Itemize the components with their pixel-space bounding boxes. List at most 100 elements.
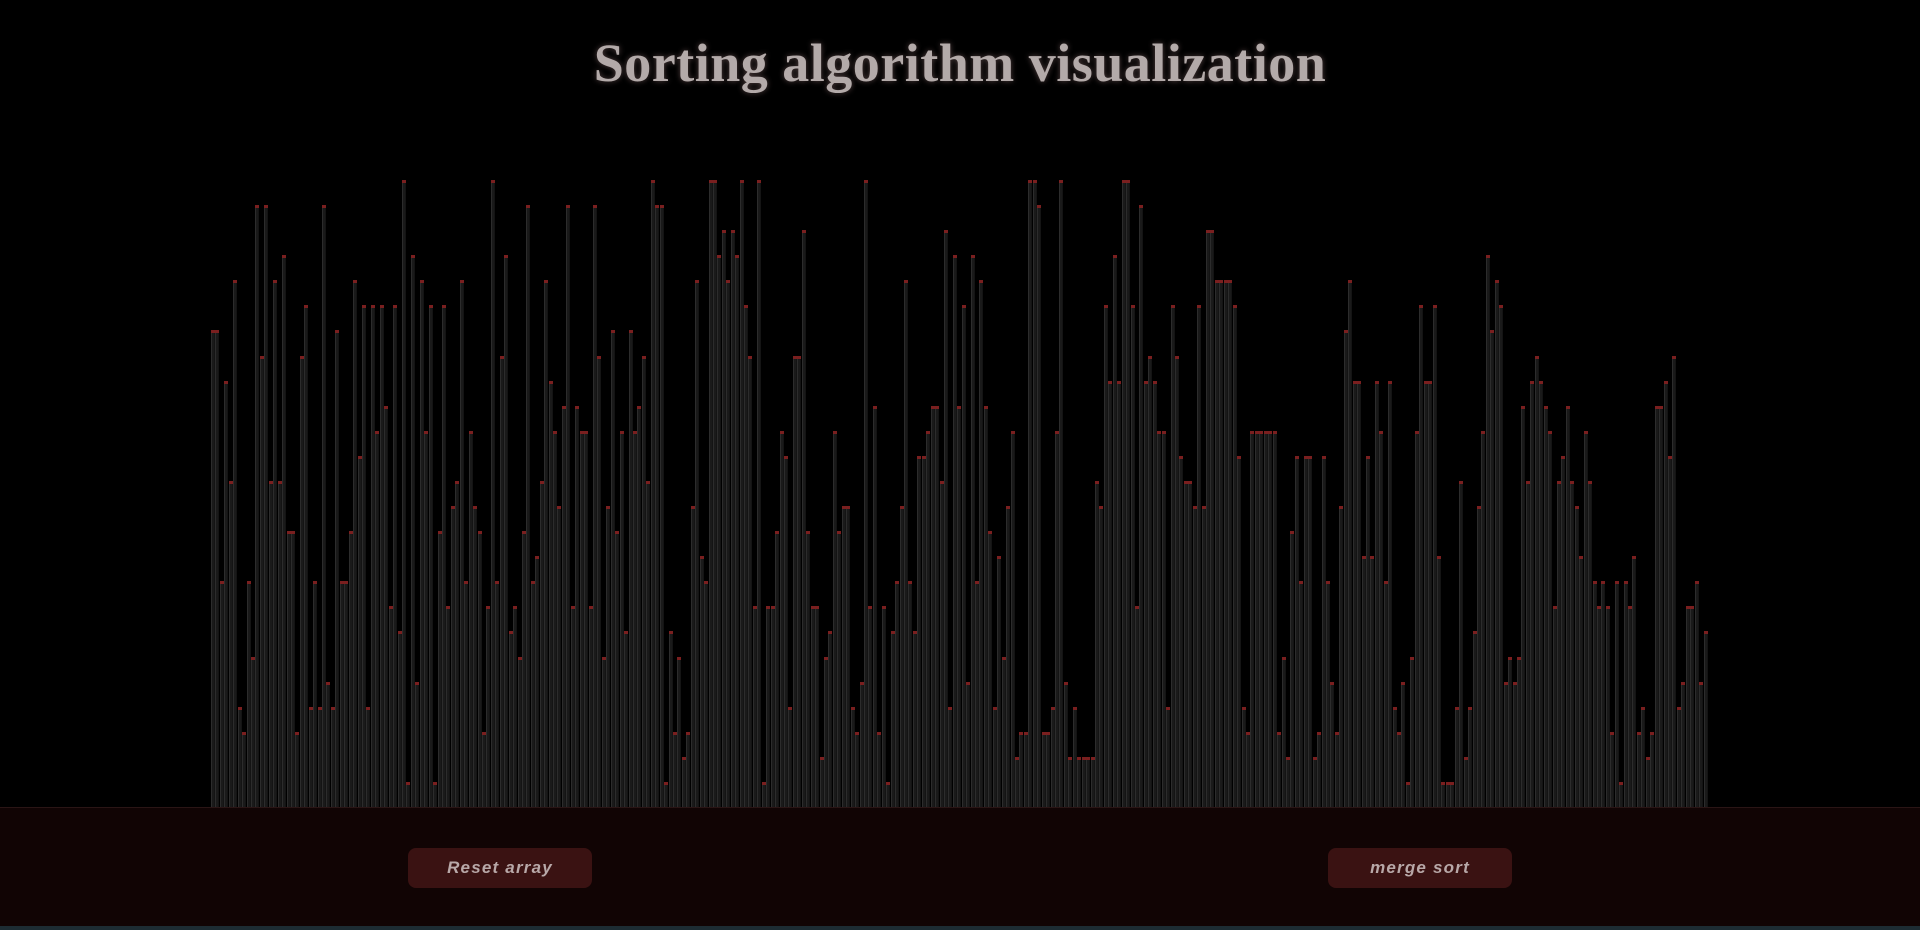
array-bar [1139, 205, 1143, 807]
array-bar [1011, 431, 1015, 807]
array-bar [1508, 657, 1512, 807]
array-bar [326, 682, 330, 807]
array-bar [455, 481, 459, 807]
array-bar [1410, 657, 1414, 807]
array-bar [966, 682, 970, 807]
array-bar [788, 707, 792, 807]
array-bar [1579, 556, 1583, 807]
array-bar [1117, 381, 1121, 807]
array-bar [1441, 782, 1445, 807]
array-bar [1219, 280, 1223, 807]
array-bar [344, 581, 348, 807]
array-bar [429, 305, 433, 807]
array-bar [526, 205, 530, 807]
bottom-strip [0, 926, 1920, 930]
array-bar [1099, 506, 1103, 807]
array-bar [433, 782, 437, 807]
array-bar [1148, 356, 1152, 807]
array-bar [313, 581, 317, 807]
array-bar [597, 356, 601, 807]
array-bar [624, 631, 628, 807]
array-bar [224, 381, 228, 807]
array-bar [486, 606, 490, 807]
array-bar [1521, 406, 1525, 807]
array-bar [513, 606, 517, 807]
array-bar [1250, 431, 1254, 807]
array-bar [997, 556, 1001, 807]
array-bar [495, 581, 499, 807]
array-bar [1632, 556, 1636, 807]
array-bar [886, 782, 890, 807]
array-bar [677, 657, 681, 807]
array-bar [846, 506, 850, 807]
array-bar [1037, 205, 1041, 807]
array-bar [353, 280, 357, 807]
array-bar [1228, 280, 1232, 807]
array-bar [473, 506, 477, 807]
array-bar [1672, 356, 1676, 807]
array-bar [1277, 732, 1281, 807]
array-bar [908, 581, 912, 807]
merge-sort-button[interactable]: merge sort [1328, 848, 1512, 888]
array-bar [295, 732, 299, 807]
array-bar [828, 631, 832, 807]
array-bar [1428, 381, 1432, 807]
array-bar [1530, 381, 1534, 807]
array-bar [1028, 180, 1032, 807]
control-bar: Reset array merge sort [0, 807, 1920, 928]
array-bar [686, 732, 690, 807]
array-bar [797, 356, 801, 807]
array-bar [895, 581, 899, 807]
array-bar [273, 280, 277, 807]
array-bar [637, 406, 641, 807]
array-bar [1481, 431, 1485, 807]
array-bars [0, 0, 1920, 808]
array-bar [375, 431, 379, 807]
array-bar [615, 531, 619, 807]
array-bar [1450, 782, 1454, 807]
array-bar [877, 732, 881, 807]
array-bar [1468, 707, 1472, 807]
array-bar [1699, 682, 1703, 807]
array-bar [282, 255, 286, 807]
array-bar [757, 180, 761, 807]
array-bar [1059, 180, 1063, 807]
array-bar [1650, 732, 1654, 807]
array-bar [815, 606, 819, 807]
array-bar [1126, 180, 1130, 807]
array-bar [1659, 406, 1663, 807]
array-bar [726, 280, 730, 807]
array-bar [1019, 732, 1023, 807]
array-bar [1357, 381, 1361, 807]
reset-array-button[interactable]: Reset array [408, 848, 592, 888]
array-bar [1330, 682, 1334, 807]
array-bar [855, 732, 859, 807]
array-bar [504, 255, 508, 807]
array-bar [935, 406, 939, 807]
array-bar [664, 782, 668, 807]
array-bar [1006, 506, 1010, 807]
array-bar [557, 506, 561, 807]
array-bar [1641, 707, 1645, 807]
array-bar [1317, 732, 1321, 807]
array-bar [1370, 556, 1374, 807]
array-bar [1188, 481, 1192, 807]
array-bar [402, 180, 406, 807]
array-bar [1690, 606, 1694, 807]
array-bar [917, 456, 921, 807]
array-bar [948, 707, 952, 807]
array-bar [735, 255, 739, 807]
array-bar [446, 606, 450, 807]
array-bar [1299, 581, 1303, 807]
array-bar [1308, 456, 1312, 807]
array-bar [1437, 556, 1441, 807]
array-bar [766, 606, 770, 807]
array-bar [1077, 757, 1081, 807]
array-bar [717, 255, 721, 807]
array-bar [566, 205, 570, 807]
array-bar [535, 556, 539, 807]
array-bar [1610, 732, 1614, 807]
array-bar [1570, 481, 1574, 807]
array-bar [1210, 230, 1214, 807]
array-bar [1290, 531, 1294, 807]
